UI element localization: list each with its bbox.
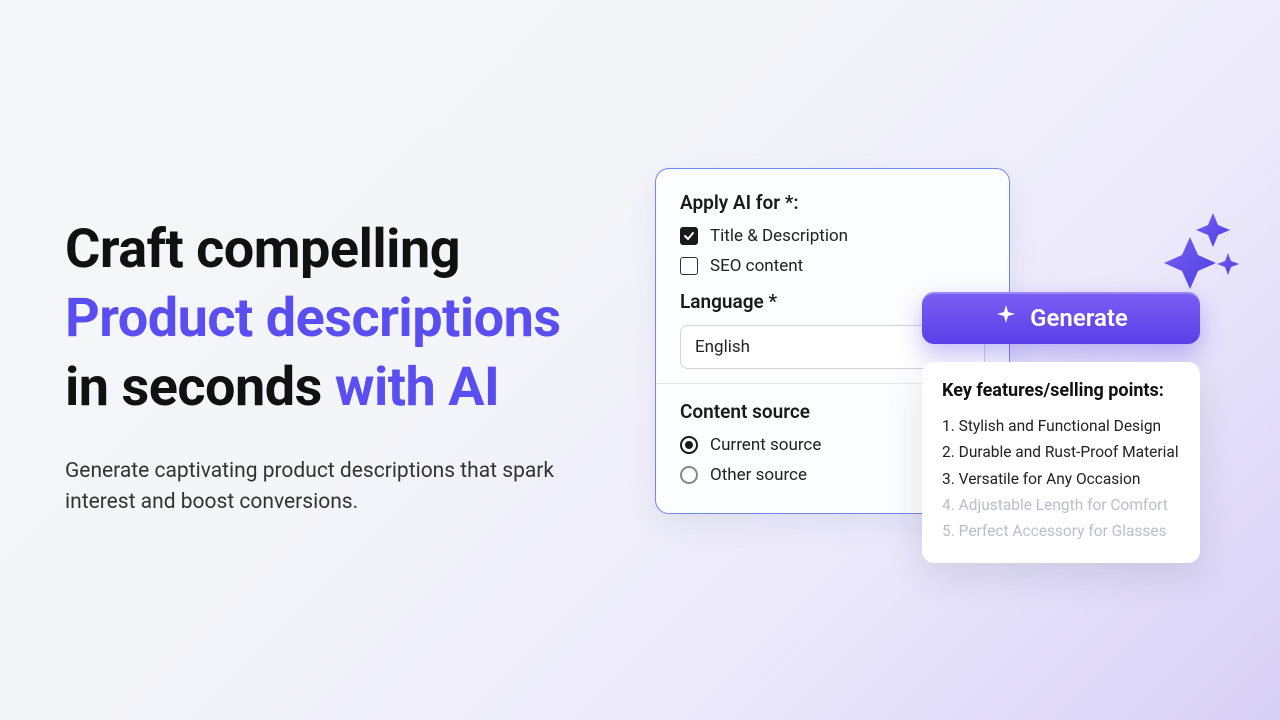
radio-label: Other source: [710, 465, 807, 485]
generate-button[interactable]: Generate: [922, 292, 1200, 344]
hero-headline: Craft compelling Product descriptions in…: [65, 215, 625, 422]
apply-ai-label: Apply AI for *:: [680, 191, 985, 214]
hero-line1: Craft compelling: [65, 218, 460, 281]
checkbox-seo-content[interactable]: SEO content: [680, 256, 985, 276]
radio-icon: [680, 466, 698, 484]
features-list: Stylish and Functional DesignDurable and…: [942, 413, 1180, 545]
radio-icon: [680, 436, 698, 454]
sparkles-decoration: [1158, 205, 1248, 295]
hero-line2: Product descriptions: [65, 287, 561, 350]
checkbox-icon: [680, 227, 698, 245]
feature-item: Adjustable Length for Comfort: [942, 492, 1180, 518]
checkbox-label: SEO content: [710, 256, 803, 276]
feature-item: Stylish and Functional Design: [942, 413, 1180, 439]
feature-item: Versatile for Any Occasion: [942, 466, 1180, 492]
hero-line3b: with AI: [335, 356, 499, 419]
sparkle-icon: [994, 303, 1018, 333]
feature-item: Perfect Accessory for Glasses: [942, 518, 1180, 544]
generate-label: Generate: [1030, 304, 1128, 332]
checkbox-title-description[interactable]: Title & Description: [680, 226, 985, 246]
features-title: Key features/selling points:: [942, 380, 1180, 401]
features-card: Key features/selling points: Stylish and…: [922, 362, 1200, 563]
feature-item: Durable and Rust-Proof Material: [942, 439, 1180, 465]
checkbox-label: Title & Description: [710, 226, 848, 246]
radio-label: Current source: [710, 435, 821, 455]
hero-line3a: in seconds: [65, 356, 335, 419]
hero-subtext: Generate captivating product description…: [65, 456, 625, 517]
language-value: English: [695, 337, 750, 357]
checkbox-icon: [680, 257, 698, 275]
